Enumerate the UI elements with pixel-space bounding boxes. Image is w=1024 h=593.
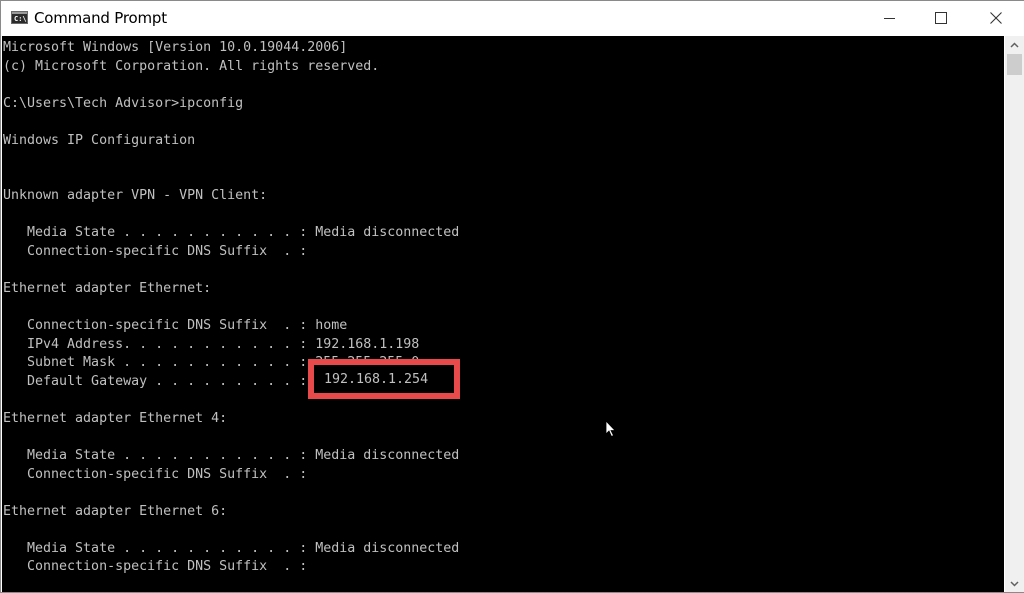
console-line: Microsoft Windows [Version 10.0.19044.20…: [3, 40, 348, 55]
cmd-app-icon[interactable]: C:\.: [11, 11, 31, 24]
console-line: Windows IP Configuration: [3, 132, 196, 148]
minimize-button[interactable]: [866, 1, 912, 35]
console-line: Ethernet adapter Ethernet:: [3, 281, 212, 297]
console-line: Connection-specific DNS Suffix . :: [3, 244, 308, 260]
default-gateway-value: 192.168.1.254: [324, 371, 429, 387]
title-bar[interactable]: C:\. Command Prompt: [1, 1, 1024, 35]
console-line: Connection-specific DNS Suffix . :: [3, 466, 308, 482]
console-line: Ethernet adapter Ethernet 6:: [3, 503, 228, 519]
close-icon: [990, 12, 1002, 24]
maximize-icon: [935, 12, 947, 24]
mouse-cursor-icon: [605, 420, 616, 438]
console-line: Connection-specific DNS Suffix . :: [3, 559, 308, 575]
close-button[interactable]: [973, 1, 1019, 35]
console-output-area[interactable]: Microsoft Windows [Version 10.0.19044.20…: [2, 36, 1004, 592]
scroll-thumb[interactable]: [1007, 54, 1022, 75]
minimize-icon: [883, 17, 895, 19]
default-gateway-highlight: 192.168.1.254: [308, 359, 460, 399]
maximize-button[interactable]: [918, 1, 964, 35]
vertical-scrollbar[interactable]: [1005, 36, 1024, 592]
console-line: Media State . . . . . . . . . . . : Medi…: [3, 225, 460, 241]
console-line: Media State . . . . . . . . . . . : Medi…: [3, 448, 460, 464]
console-line: Connection-specific DNS Suffix . : home: [3, 318, 348, 334]
chevron-up-icon: [1010, 41, 1019, 48]
console-line: Unknown adapter VPN - VPN Client:: [3, 188, 268, 204]
console-line: Ethernet adapter Ethernet 4:: [3, 410, 228, 426]
console-line: IPv4 Address. . . . . . . . . . . : 192.…: [3, 336, 420, 352]
scroll-down-button[interactable]: [1005, 575, 1024, 592]
command-prompt-window: C:\. Command Prompt Microsoft Windows [V…: [0, 0, 1024, 593]
console-text: Microsoft Windows [Version 10.0.19044.20…: [3, 39, 459, 577]
console-line: C:\Users\Tech Advisor>ipconfig: [3, 95, 244, 111]
console-line: Media State . . . . . . . . . . . : Medi…: [3, 540, 460, 556]
scroll-up-button[interactable]: [1005, 36, 1024, 53]
app-icon-text: C:\.: [14, 15, 31, 23]
console-line: (c) Microsoft Corporation. All rights re…: [3, 58, 380, 74]
window-title: Command Prompt: [34, 9, 167, 27]
chevron-down-icon: [1010, 580, 1019, 587]
